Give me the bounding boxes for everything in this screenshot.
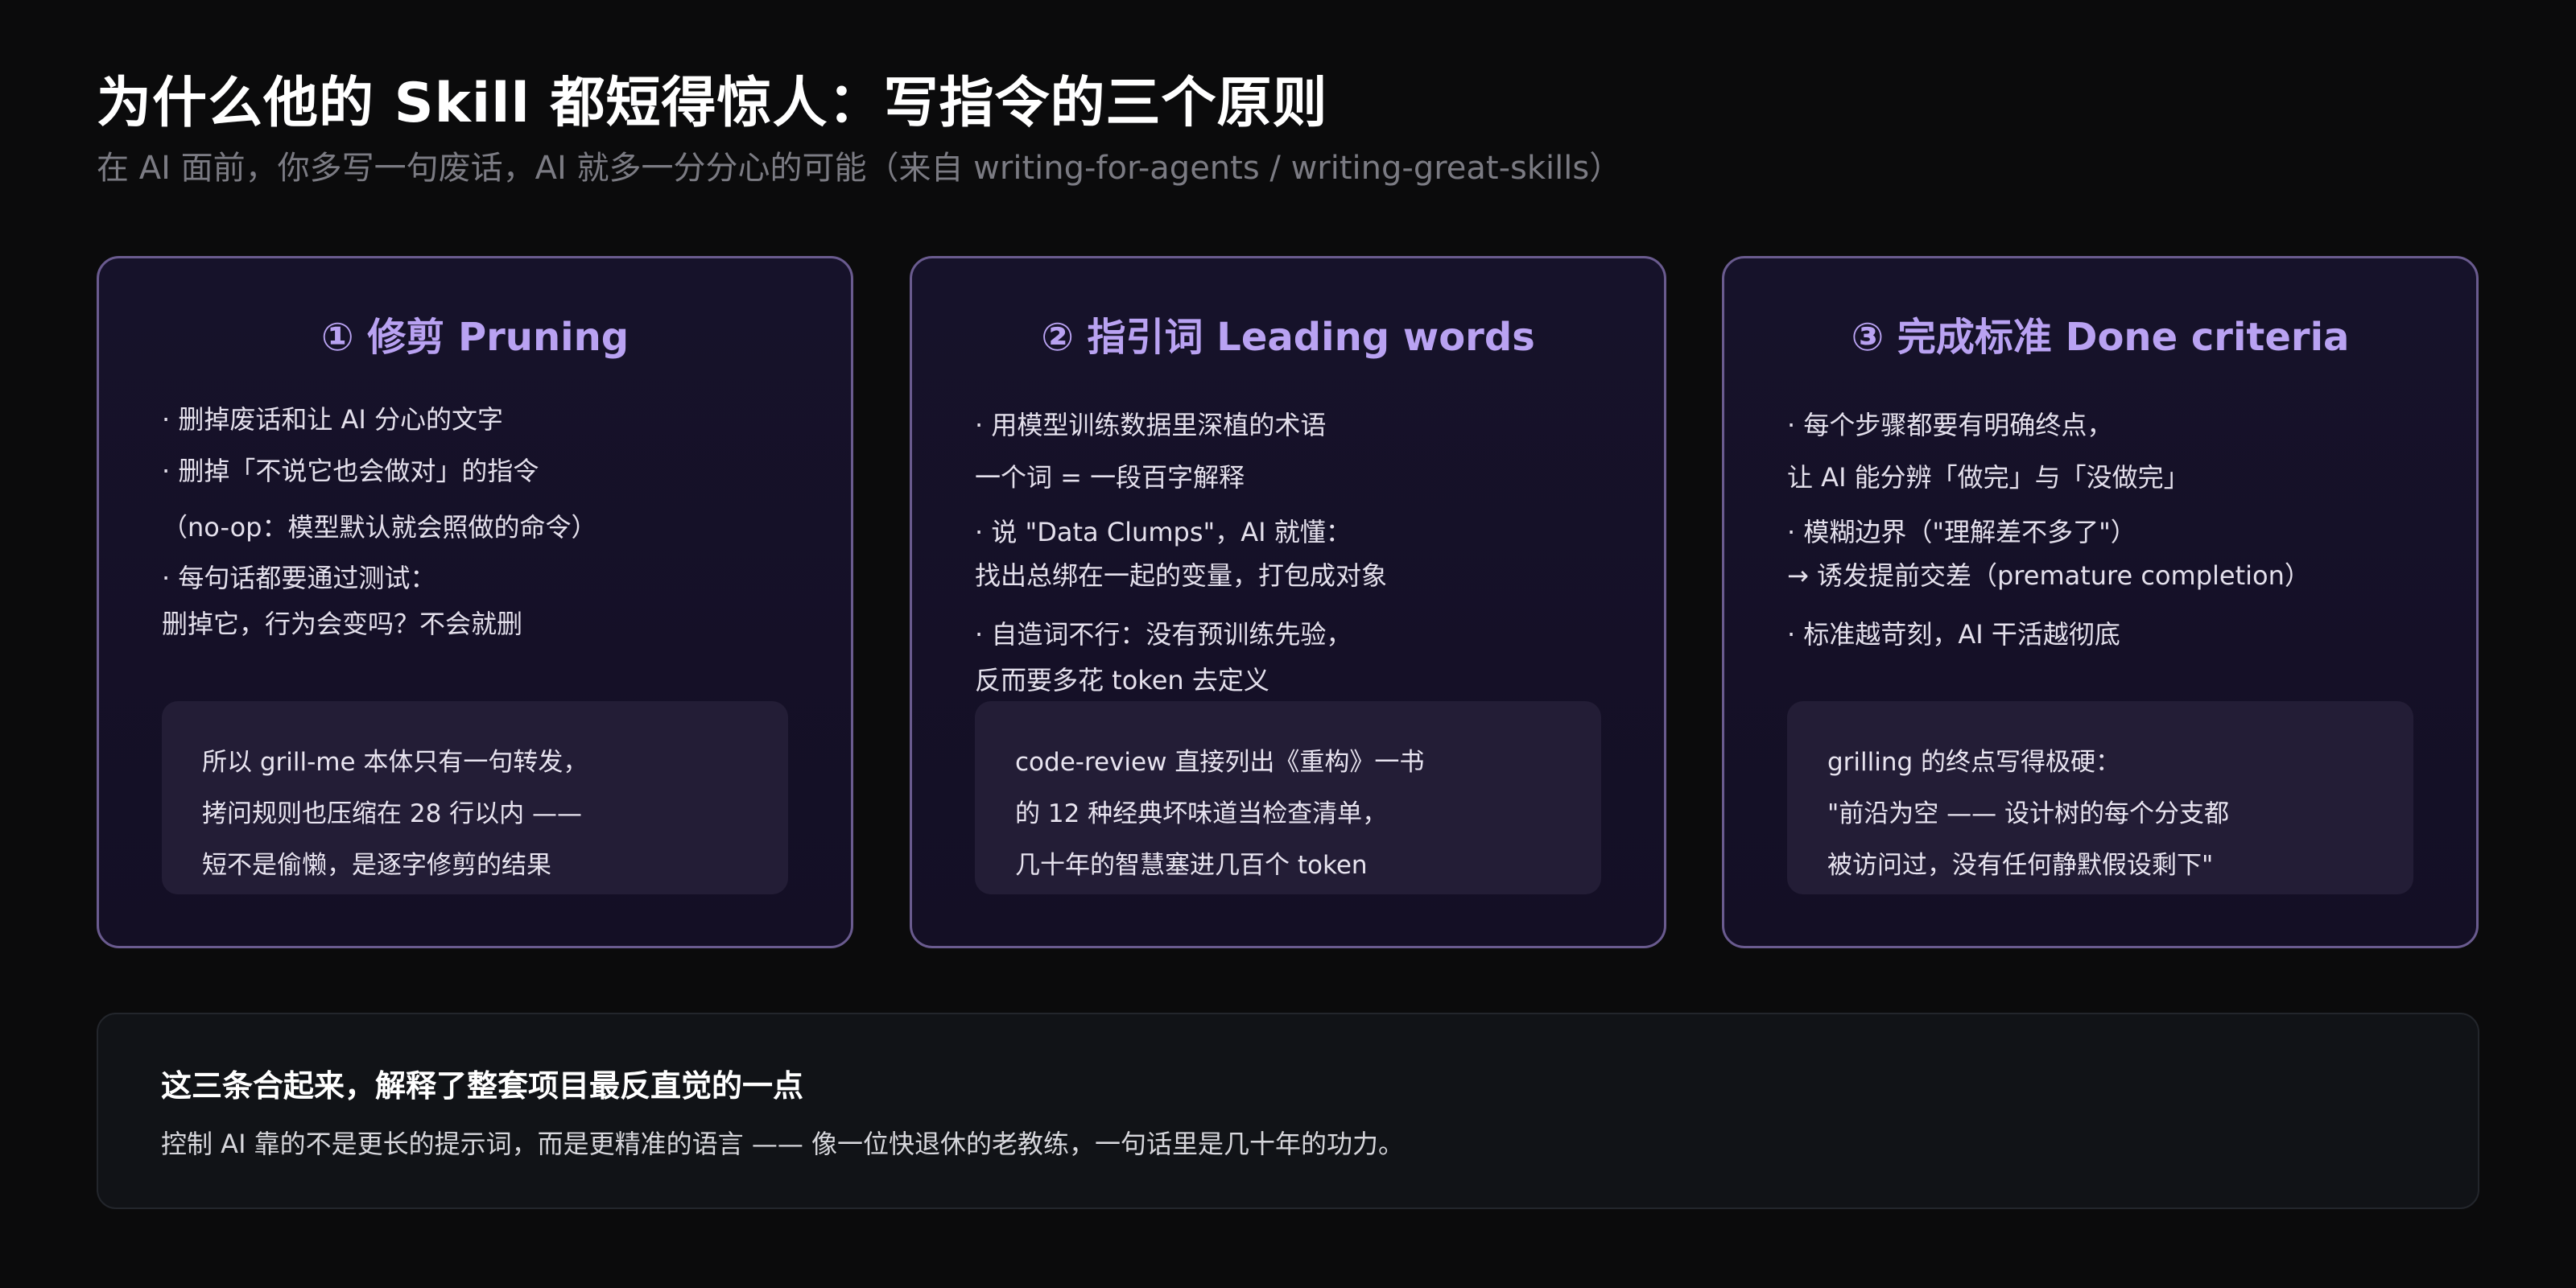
slide: 为什么他的 Skill 都短得惊人：写指令的三个原则 在 AI 面前，你多写一句… [0, 0, 2576, 1288]
callout-line: 被访问过，没有任何静默假设剩下" [1827, 851, 2214, 880]
card-lines: · 用模型训练数据里深植的术语 一个词 = 一段百字解释 · 说 "Data C… [975, 397, 1632, 704]
card-line: 反而要多花 token 去定义 [975, 665, 1269, 696]
callout-line: "前沿为空 —— 设计树的每个分支都 [1827, 799, 2229, 828]
principle-card-pruning: ① 修剪 Pruning · 删掉废话和让 AI 分心的文字 · 删掉「不说它也… [97, 256, 853, 948]
card-line: · 用模型训练数据里深植的术语 [975, 410, 1327, 440]
card-callout: 所以 grill-me 本体只有一句转发， 拷问规则也压缩在 28 行以内 ——… [162, 701, 788, 894]
card-line: → 诱发提前交差（premature completion） [1787, 560, 2310, 591]
card-line: 找出总绑在一起的变量，打包成对象 [975, 560, 1388, 591]
card-line: · 自造词不行：没有预训练先验， [975, 619, 1352, 650]
callout-line: 的 12 种经典坏味道当检查清单， [1015, 799, 1388, 828]
summary-panel: 这三条合起来，解释了整套项目最反直觉的一点 控制 AI 靠的不是更长的提示词，而… [97, 1013, 2479, 1209]
summary-text: 控制 AI 靠的不是更长的提示词，而是更精准的语言 —— 像一位快退休的老教练，… [161, 1129, 1405, 1159]
card-lines: · 删掉废话和让 AI 分心的文字 · 删掉「不说它也会做对」的指令 （no-o… [162, 397, 819, 647]
card-lines: · 每个步骤都要有明确终点， 让 AI 能分辨「做完」与「没做完」 · 模糊边界… [1787, 397, 2444, 658]
callout-line: 短不是偷懒，是逐字修剪的结果 [202, 851, 551, 880]
card-title: ① 修剪 Pruning [320, 315, 630, 360]
page-subtitle: 在 AI 面前，你多写一句废话，AI 就多一分分心的可能（来自 writing-… [97, 150, 1622, 187]
card-line: 让 AI 能分辨「做完」与「没做完」 [1787, 462, 2190, 493]
card-line: · 每个步骤都要有明确终点， [1787, 410, 2113, 440]
callout-line: 几十年的智慧塞进几百个 token [1015, 851, 1368, 880]
card-callout: code-review 直接列出《重构》一书 的 12 种经典坏味道当检查清单，… [975, 701, 1601, 894]
card-line: 删掉它，行为会变吗？不会就删 [162, 609, 523, 639]
callout-line: grilling 的终点写得极硬： [1827, 748, 2121, 777]
page-title: 为什么他的 Skill 都短得惊人：写指令的三个原则 [97, 72, 1328, 135]
card-line: · 删掉废话和让 AI 分心的文字 [162, 404, 504, 435]
card-line: · 每句话都要通过测试： [162, 563, 436, 593]
card-title: ③ 完成标准 Done criteria [1851, 315, 2350, 360]
card-line: · 说 "Data Clumps"，AI 就懂： [975, 517, 1352, 547]
summary-title: 这三条合起来，解释了整套项目最反直觉的一点 [161, 1068, 804, 1104]
card-line: · 删掉「不说它也会做对」的指令 [162, 456, 539, 486]
card-title: ② 指引词 Leading words [1041, 315, 1535, 360]
card-line: （no-op：模型默认就会照做的命令） [162, 512, 597, 543]
callout-line: 拷问规则也压缩在 28 行以内 —— [202, 799, 583, 828]
card-callout: grilling 的终点写得极硬： "前沿为空 —— 设计树的每个分支都 被访问… [1787, 701, 2413, 894]
card-line: 一个词 = 一段百字解释 [975, 462, 1245, 493]
card-line: · 模糊边界（"理解差不多了"） [1787, 517, 2136, 547]
card-line: · 标准越苛刻，AI 干活越彻底 [1787, 619, 2120, 650]
principle-card-done-criteria: ③ 完成标准 Done criteria · 每个步骤都要有明确终点， 让 AI… [1722, 256, 2479, 948]
principle-card-leading-words: ② 指引词 Leading words · 用模型训练数据里深植的术语 一个词 … [910, 256, 1666, 948]
callout-line: code-review 直接列出《重构》一书 [1015, 748, 1425, 777]
callout-line: 所以 grill-me 本体只有一句转发， [202, 748, 588, 777]
